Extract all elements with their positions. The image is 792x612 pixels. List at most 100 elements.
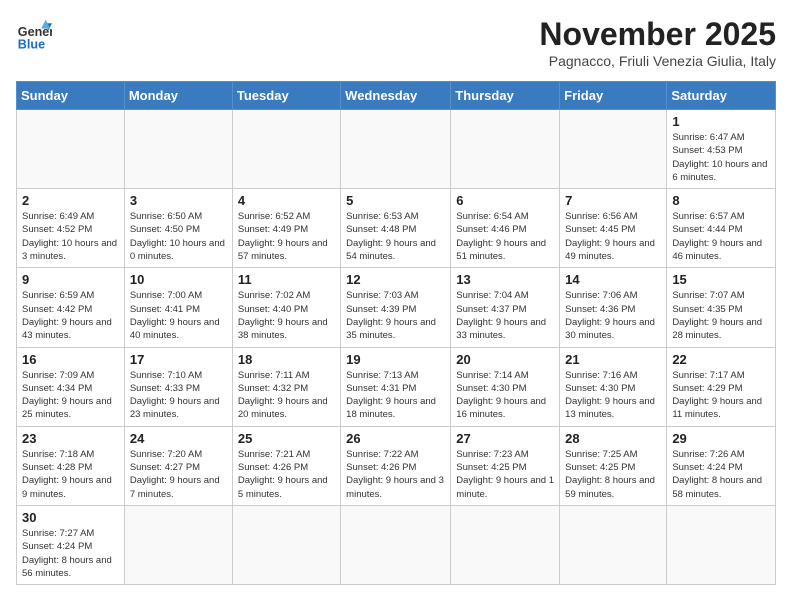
- month-title: November 2025: [539, 16, 776, 53]
- day-info: Sunrise: 7:06 AM Sunset: 4:36 PM Dayligh…: [565, 289, 661, 342]
- calendar-cell: 2 Sunrise: 6:49 AM Sunset: 4:52 PM Daylig…: [17, 189, 125, 268]
- day-number: 28: [565, 431, 661, 446]
- day-number: 11: [238, 272, 335, 287]
- calendar-cell: 1 Sunrise: 6:47 AM Sunset: 4:53 PM Daylig…: [667, 110, 776, 189]
- calendar-cell: [451, 110, 560, 189]
- calendar-cell: [451, 505, 560, 584]
- day-number: 3: [130, 193, 227, 208]
- calendar-cell: [232, 110, 340, 189]
- calendar-cell: 29Sunrise: 7:26 AM Sunset: 4:24 PM Dayli…: [667, 426, 776, 505]
- day-of-week-header: Saturday: [667, 82, 776, 110]
- calendar-cell: 13Sunrise: 7:04 AM Sunset: 4:37 PM Dayli…: [451, 268, 560, 347]
- day-info: Sunrise: 6:59 AM Sunset: 4:42 PM Dayligh…: [22, 289, 119, 342]
- day-number: 20: [456, 352, 554, 367]
- day-number: 26: [346, 431, 445, 446]
- day-info: Sunrise: 6:57 AM Sunset: 4:44 PM Dayligh…: [672, 210, 770, 263]
- logo: General Blue: [16, 16, 52, 52]
- calendar-week-row: 9 Sunrise: 6:59 AM Sunset: 4:42 PM Daylig…: [17, 268, 776, 347]
- day-number: 1: [672, 114, 770, 129]
- calendar-cell: 8 Sunrise: 6:57 AM Sunset: 4:44 PM Daylig…: [667, 189, 776, 268]
- calendar-cell: 21Sunrise: 7:16 AM Sunset: 4:30 PM Dayli…: [560, 347, 667, 426]
- day-info: Sunrise: 6:47 AM Sunset: 4:53 PM Dayligh…: [672, 131, 770, 184]
- day-info: Sunrise: 6:52 AM Sunset: 4:49 PM Dayligh…: [238, 210, 335, 263]
- day-info: Sunrise: 7:13 AM Sunset: 4:31 PM Dayligh…: [346, 369, 445, 422]
- day-number: 9: [22, 272, 119, 287]
- calendar-cell: 6 Sunrise: 6:54 AM Sunset: 4:46 PM Daylig…: [451, 189, 560, 268]
- day-number: 27: [456, 431, 554, 446]
- day-info: Sunrise: 7:25 AM Sunset: 4:25 PM Dayligh…: [565, 448, 661, 501]
- day-number: 2: [22, 193, 119, 208]
- day-info: Sunrise: 7:18 AM Sunset: 4:28 PM Dayligh…: [22, 448, 119, 501]
- day-number: 19: [346, 352, 445, 367]
- calendar-cell: 14Sunrise: 7:06 AM Sunset: 4:36 PM Dayli…: [560, 268, 667, 347]
- calendar-week-row: 30Sunrise: 7:27 AM Sunset: 4:24 PM Dayli…: [17, 505, 776, 584]
- day-number: 5: [346, 193, 445, 208]
- calendar-cell: 28 Sunrise: 7:25 AM Sunset: 4:25 PM Dayli…: [560, 426, 667, 505]
- day-number: 8: [672, 193, 770, 208]
- calendar-cell: 4Sunrise: 6:52 AM Sunset: 4:49 PM Daylig…: [232, 189, 340, 268]
- calendar-cell: 10Sunrise: 7:00 AM Sunset: 4:41 PM Dayli…: [124, 268, 232, 347]
- calendar-header-row: SundayMondayTuesdayWednesdayThursdayFrid…: [17, 82, 776, 110]
- calendar-week-row: 16 Sunrise: 7:09 AM Sunset: 4:34 PM Dayli…: [17, 347, 776, 426]
- day-of-week-header: Wednesday: [341, 82, 451, 110]
- day-info: Sunrise: 6:53 AM Sunset: 4:48 PM Dayligh…: [346, 210, 445, 263]
- calendar-cell: [341, 505, 451, 584]
- day-info: Sunrise: 7:00 AM Sunset: 4:41 PM Dayligh…: [130, 289, 227, 342]
- day-of-week-header: Thursday: [451, 82, 560, 110]
- calendar-week-row: 2 Sunrise: 6:49 AM Sunset: 4:52 PM Daylig…: [17, 189, 776, 268]
- day-info: Sunrise: 7:11 AM Sunset: 4:32 PM Dayligh…: [238, 369, 335, 422]
- calendar-cell: 9 Sunrise: 6:59 AM Sunset: 4:42 PM Daylig…: [17, 268, 125, 347]
- day-info: Sunrise: 7:17 AM Sunset: 4:29 PM Dayligh…: [672, 369, 770, 422]
- day-number: 7: [565, 193, 661, 208]
- day-number: 30: [22, 510, 119, 525]
- svg-text:Blue: Blue: [18, 37, 45, 51]
- calendar-cell: [341, 110, 451, 189]
- calendar-cell: [124, 505, 232, 584]
- day-number: 21: [565, 352, 661, 367]
- day-number: 6: [456, 193, 554, 208]
- day-info: Sunrise: 7:22 AM Sunset: 4:26 PM Dayligh…: [346, 448, 445, 501]
- day-info: Sunrise: 7:04 AM Sunset: 4:37 PM Dayligh…: [456, 289, 554, 342]
- day-info: Sunrise: 6:56 AM Sunset: 4:45 PM Dayligh…: [565, 210, 661, 263]
- day-info: Sunrise: 6:49 AM Sunset: 4:52 PM Dayligh…: [22, 210, 119, 263]
- calendar-cell: 5 Sunrise: 6:53 AM Sunset: 4:48 PM Daylig…: [341, 189, 451, 268]
- day-info: Sunrise: 6:50 AM Sunset: 4:50 PM Dayligh…: [130, 210, 227, 263]
- calendar-cell: 17 Sunrise: 7:10 AM Sunset: 4:33 PM Dayli…: [124, 347, 232, 426]
- day-number: 23: [22, 431, 119, 446]
- day-of-week-header: Tuesday: [232, 82, 340, 110]
- day-number: 15: [672, 272, 770, 287]
- location: Pagnacco, Friuli Venezia Giulia, Italy: [539, 53, 776, 69]
- day-info: Sunrise: 7:14 AM Sunset: 4:30 PM Dayligh…: [456, 369, 554, 422]
- calendar-cell: 19 Sunrise: 7:13 AM Sunset: 4:31 PM Dayli…: [341, 347, 451, 426]
- title-block: November 2025 Pagnacco, Friuli Venezia G…: [539, 16, 776, 69]
- day-of-week-header: Friday: [560, 82, 667, 110]
- day-info: Sunrise: 7:20 AM Sunset: 4:27 PM Dayligh…: [130, 448, 227, 501]
- day-number: 25: [238, 431, 335, 446]
- calendar-cell: 7 Sunrise: 6:56 AM Sunset: 4:45 PM Daylig…: [560, 189, 667, 268]
- calendar-cell: [124, 110, 232, 189]
- calendar-week-row: 23 Sunrise: 7:18 AM Sunset: 4:28 PM Dayli…: [17, 426, 776, 505]
- day-info: Sunrise: 7:02 AM Sunset: 4:40 PM Dayligh…: [238, 289, 335, 342]
- day-info: Sunrise: 7:09 AM Sunset: 4:34 PM Dayligh…: [22, 369, 119, 422]
- day-number: 24: [130, 431, 227, 446]
- calendar-table: SundayMondayTuesdayWednesdayThursdayFrid…: [16, 81, 776, 585]
- calendar-cell: 11 Sunrise: 7:02 AM Sunset: 4:40 PM Dayli…: [232, 268, 340, 347]
- calendar-cell: 22 Sunrise: 7:17 AM Sunset: 4:29 PM Dayli…: [667, 347, 776, 426]
- calendar-cell: [232, 505, 340, 584]
- calendar-cell: 26 Sunrise: 7:22 AM Sunset: 4:26 PM Dayli…: [341, 426, 451, 505]
- day-number: 17: [130, 352, 227, 367]
- day-info: Sunrise: 7:03 AM Sunset: 4:39 PM Dayligh…: [346, 289, 445, 342]
- calendar-cell: 24 Sunrise: 7:20 AM Sunset: 4:27 PM Dayli…: [124, 426, 232, 505]
- calendar-cell: 3 Sunrise: 6:50 AM Sunset: 4:50 PM Daylig…: [124, 189, 232, 268]
- calendar-cell: 20 Sunrise: 7:14 AM Sunset: 4:30 PM Dayli…: [451, 347, 560, 426]
- day-info: Sunrise: 6:54 AM Sunset: 4:46 PM Dayligh…: [456, 210, 554, 263]
- day-info: Sunrise: 7:07 AM Sunset: 4:35 PM Dayligh…: [672, 289, 770, 342]
- day-number: 12: [346, 272, 445, 287]
- calendar-cell: 16 Sunrise: 7:09 AM Sunset: 4:34 PM Dayli…: [17, 347, 125, 426]
- day-info: Sunrise: 7:21 AM Sunset: 4:26 PM Dayligh…: [238, 448, 335, 501]
- day-info: Sunrise: 7:10 AM Sunset: 4:33 PM Dayligh…: [130, 369, 227, 422]
- day-number: 22: [672, 352, 770, 367]
- calendar-cell: [560, 505, 667, 584]
- day-info: Sunrise: 7:23 AM Sunset: 4:25 PM Dayligh…: [456, 448, 554, 501]
- day-number: 16: [22, 352, 119, 367]
